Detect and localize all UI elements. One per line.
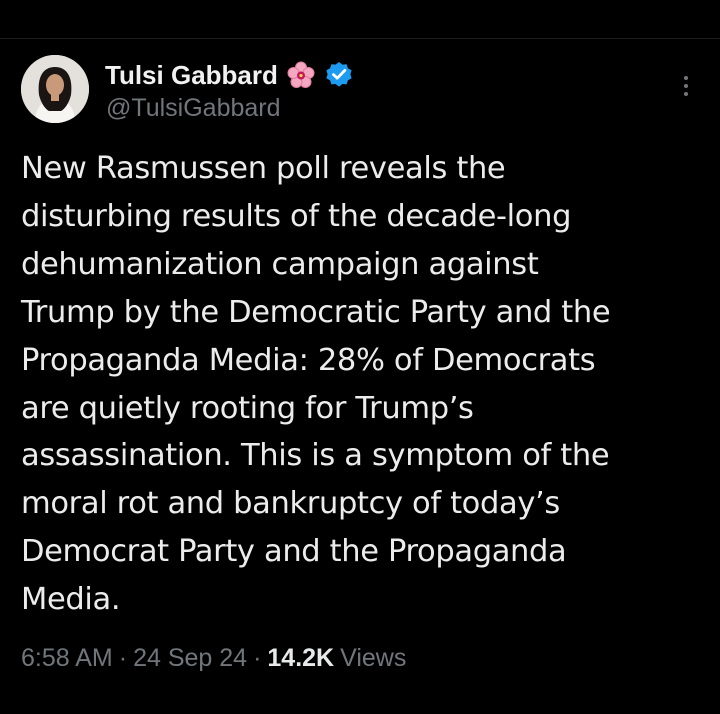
profile-photo-avatar [21, 55, 89, 123]
avatar[interactable] [21, 55, 89, 123]
views-label: Views [340, 643, 407, 672]
more-dot [684, 92, 688, 96]
more-dot [684, 84, 688, 88]
separator-dot: · [253, 643, 262, 672]
top-bar [0, 0, 720, 39]
author-display-name[interactable]: Tulsi Gabbard [105, 60, 278, 91]
post-time[interactable]: 6:58 AM [21, 644, 113, 673]
author-handle[interactable]: @TulsiGabbard [106, 94, 281, 123]
verified-badge-icon[interactable] [324, 60, 354, 90]
more-options-icon[interactable] [672, 72, 700, 100]
views-count[interactable]: 14.2K [267, 644, 334, 673]
post-meta: 6:58 AM · 24 Sep 24 · 14.2K Views [21, 640, 406, 676]
author-name-row: Tulsi Gabbard [105, 57, 354, 93]
hibiscus-flower-icon [286, 60, 316, 90]
separator-dot: · [118, 643, 128, 672]
tweet-text: New Rasmussen poll reveals the disturbin… [21, 151, 611, 618]
post-date[interactable]: 24 Sep 24 [133, 644, 247, 673]
more-dot [684, 76, 688, 80]
